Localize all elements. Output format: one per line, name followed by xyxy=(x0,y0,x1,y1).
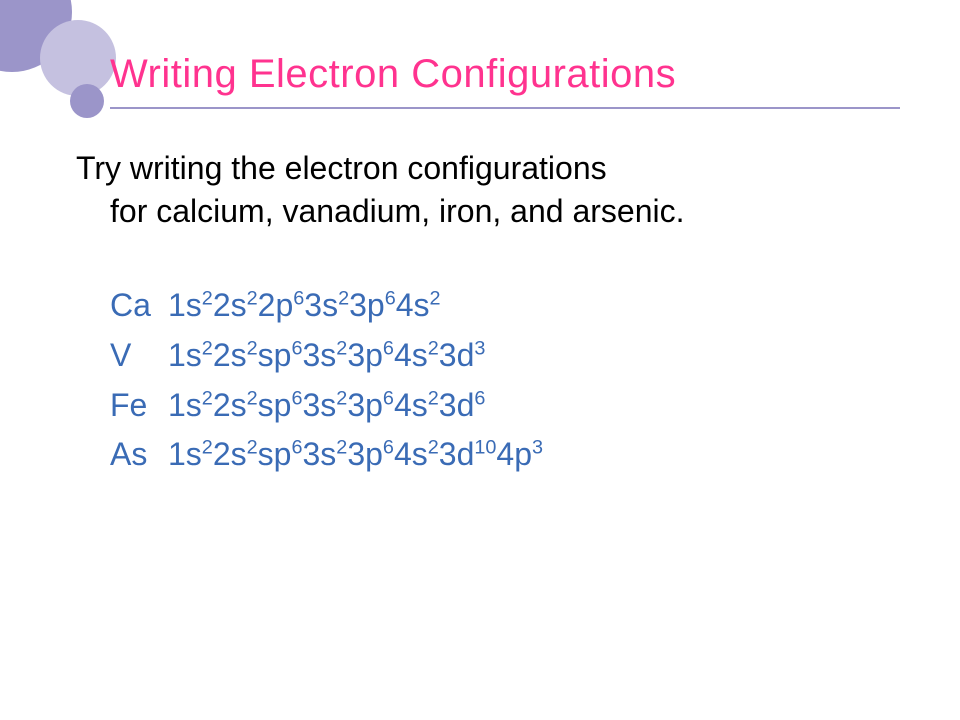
prompt-text: Try writing the electron configurations … xyxy=(110,147,900,233)
orbital-base: 3d xyxy=(439,436,475,472)
orbital-base: 3s xyxy=(304,287,338,323)
orbital-superscript: 6 xyxy=(293,288,304,310)
answers-list: Ca1s22s22p63s23p64s2V1s22s2sp63s23p64s23… xyxy=(110,281,900,479)
orbital-superscript: 2 xyxy=(430,288,441,310)
orbital-superscript: 6 xyxy=(291,387,302,409)
orbital-base: 3s xyxy=(302,387,336,423)
orbital-superscript: 2 xyxy=(336,437,347,459)
orbital-base: sp xyxy=(258,387,292,423)
config-row: Fe1s22s2sp63s23p64s23d6 xyxy=(110,381,900,431)
element-symbol: V xyxy=(110,331,168,381)
orbital-superscript: 6 xyxy=(474,387,485,409)
corner-decoration xyxy=(0,0,122,122)
prompt-line-1: Try writing the electron configurations xyxy=(76,147,900,190)
orbital-base: 1s xyxy=(168,436,202,472)
orbital-base: 4s xyxy=(394,387,428,423)
orbital-superscript: 2 xyxy=(428,437,439,459)
orbital-superscript: 2 xyxy=(247,387,258,409)
orbital-superscript: 6 xyxy=(383,437,394,459)
orbital-superscript: 6 xyxy=(383,337,394,359)
orbital-superscript: 2 xyxy=(428,337,439,359)
orbital-base: 3p xyxy=(347,436,383,472)
element-symbol: As xyxy=(110,430,168,480)
orbital-superscript: 2 xyxy=(202,337,213,359)
orbital-superscript: 2 xyxy=(336,387,347,409)
orbital-superscript: 10 xyxy=(474,437,496,459)
orbital-base: 1s xyxy=(168,387,202,423)
orbital-superscript: 2 xyxy=(247,337,258,359)
orbital-superscript: 6 xyxy=(383,387,394,409)
orbital-base: 2p xyxy=(258,287,294,323)
orbital-base: 2s xyxy=(213,387,247,423)
orbital-superscript: 3 xyxy=(474,337,485,359)
orbital-base: 3d xyxy=(439,387,475,423)
orbital-base: 3p xyxy=(349,287,385,323)
orbital-base: 2s xyxy=(213,337,247,373)
orbital-superscript: 3 xyxy=(532,437,543,459)
orbital-base: sp xyxy=(258,436,292,472)
orbital-base: 4p xyxy=(496,436,532,472)
element-symbol: Ca xyxy=(110,281,168,331)
orbital-superscript: 2 xyxy=(202,437,213,459)
orbital-base: 4s xyxy=(394,436,428,472)
decor-circle-medium xyxy=(40,20,116,96)
config-row: V1s22s2sp63s23p64s23d3 xyxy=(110,331,900,381)
orbital-base: sp xyxy=(258,337,292,373)
prompt-line-rest: for calcium, vanadium, iron, and arsenic… xyxy=(110,193,684,229)
orbital-superscript: 2 xyxy=(428,387,439,409)
orbital-base: 3d xyxy=(439,337,475,373)
orbital-base: 3s xyxy=(302,337,336,373)
orbital-base: 2s xyxy=(213,436,247,472)
orbital-superscript: 6 xyxy=(291,337,302,359)
orbital-superscript: 6 xyxy=(291,437,302,459)
orbital-superscript: 2 xyxy=(202,387,213,409)
orbital-base: 3s xyxy=(302,436,336,472)
element-symbol: Fe xyxy=(110,381,168,431)
orbital-superscript: 2 xyxy=(247,437,258,459)
orbital-superscript: 2 xyxy=(202,288,213,310)
orbital-base: 2s xyxy=(213,287,247,323)
orbital-superscript: 2 xyxy=(336,337,347,359)
decor-circle-small xyxy=(70,84,104,118)
config-row: As1s22s2sp63s23p64s23d104p3 xyxy=(110,430,900,480)
orbital-base: 3p xyxy=(347,387,383,423)
config-row: Ca1s22s22p63s23p64s2 xyxy=(110,281,900,331)
orbital-superscript: 2 xyxy=(247,288,258,310)
slide-content: Writing Electron Configurations Try writ… xyxy=(110,52,900,480)
orbital-superscript: 2 xyxy=(338,288,349,310)
orbital-base: 1s xyxy=(168,287,202,323)
orbital-base: 1s xyxy=(168,337,202,373)
slide-title: Writing Electron Configurations xyxy=(110,52,900,109)
orbital-base: 4s xyxy=(394,337,428,373)
orbital-base: 3p xyxy=(347,337,383,373)
orbital-base: 4s xyxy=(396,287,430,323)
orbital-superscript: 6 xyxy=(385,288,396,310)
